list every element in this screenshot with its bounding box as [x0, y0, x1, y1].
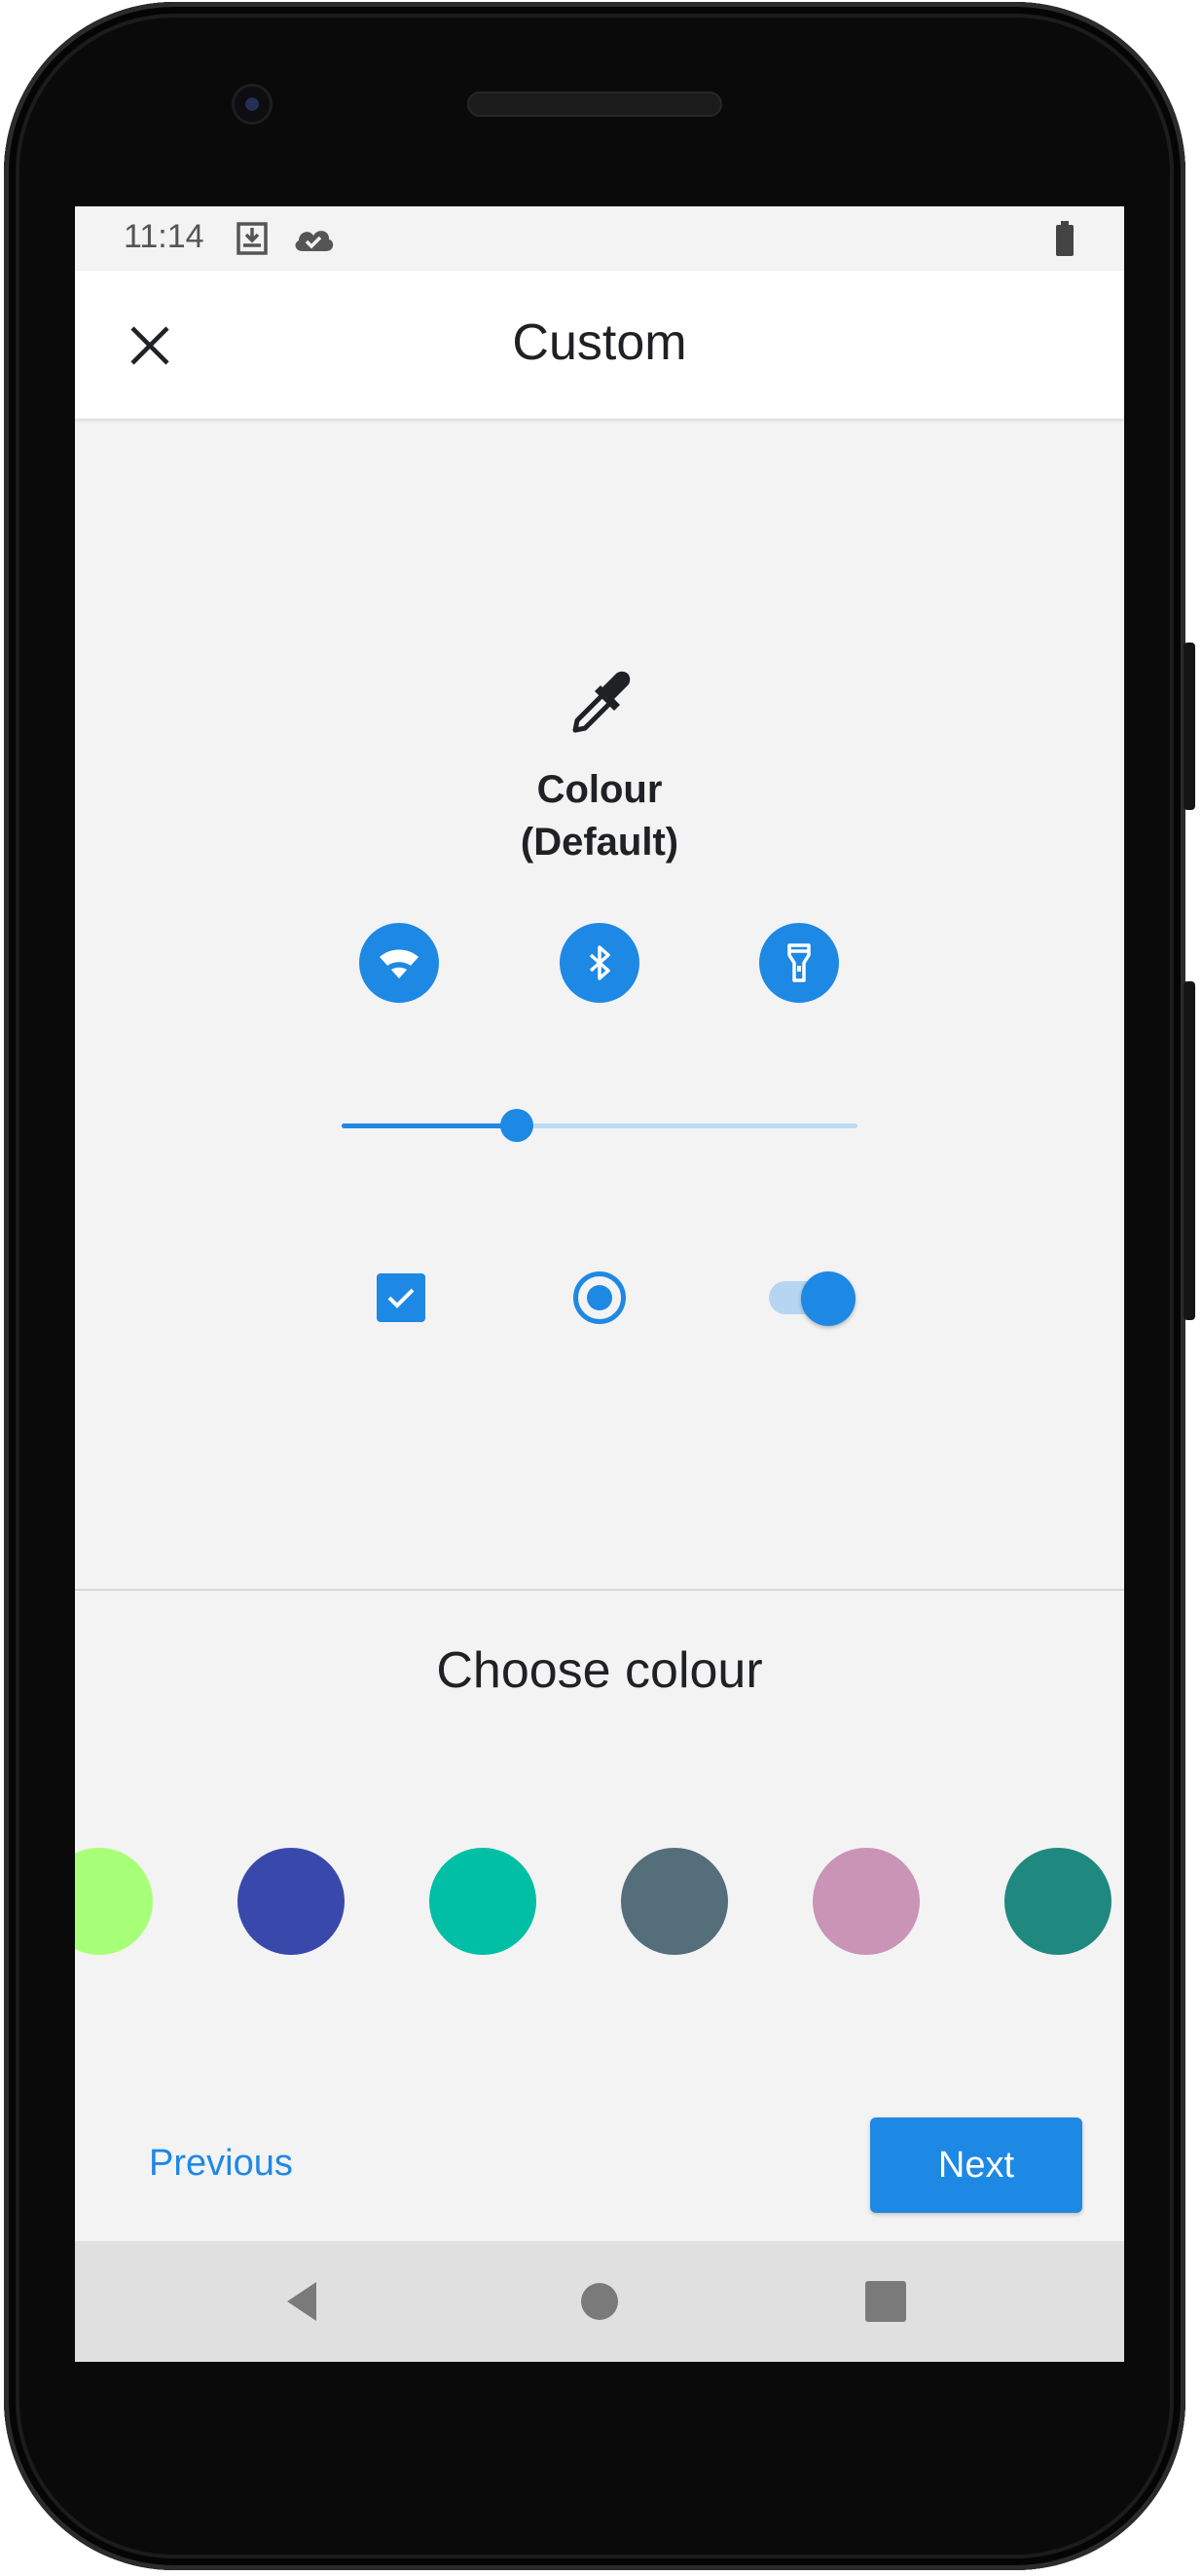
preview-radio[interactable]	[573, 1271, 626, 1324]
front-camera	[232, 84, 273, 125]
status-time: 11:14	[124, 218, 204, 255]
volume-rocker	[1184, 981, 1195, 1320]
bluetooth-button[interactable]	[560, 923, 639, 1003]
slider-thumb[interactable]	[500, 1109, 534, 1142]
app-bar: Custom	[75, 271, 1124, 419]
colour-swatch[interactable]	[429, 1848, 536, 1955]
style-label-text: Colour (Default)	[520, 768, 679, 864]
colour-swatch[interactable]	[75, 1848, 153, 1955]
previous-button[interactable]: Previous	[124, 2115, 318, 2212]
colour-swatch[interactable]	[1004, 1848, 1111, 1955]
earpiece-speaker	[467, 92, 722, 117]
next-button[interactable]: Next	[870, 2117, 1082, 2213]
screen: 11:14 Custom Colour (Default) Choose col…	[75, 206, 1124, 2362]
battery-icon	[1054, 220, 1075, 262]
power-button	[1184, 643, 1195, 810]
flashlight-icon	[787, 943, 811, 982]
eyedropper-icon	[564, 666, 637, 740]
wifi-icon	[380, 949, 419, 978]
home-icon	[581, 2283, 618, 2320]
divider	[75, 1589, 1124, 1591]
check-icon	[387, 1288, 415, 1308]
recents-button[interactable]	[858, 2274, 913, 2329]
wifi-button[interactable]	[359, 923, 439, 1003]
back-icon	[287, 2282, 316, 2321]
colour-swatch[interactable]	[813, 1848, 920, 1955]
flashlight-button[interactable]	[759, 923, 839, 1003]
slider-fill	[342, 1123, 518, 1128]
preview-checkbox[interactable]	[377, 1273, 425, 1322]
cloud-done-icon	[291, 220, 336, 262]
download-done-icon	[235, 220, 270, 262]
home-button[interactable]	[572, 2274, 627, 2329]
navigation-bar	[75, 2241, 1124, 2362]
radio-dot	[587, 1285, 612, 1310]
back-button[interactable]	[277, 2274, 332, 2329]
colour-swatch[interactable]	[237, 1848, 345, 1955]
page-title: Custom	[512, 314, 687, 371]
status-bar: 11:14	[75, 206, 1124, 271]
switch-thumb[interactable]	[801, 1271, 856, 1326]
bluetooth-icon	[589, 945, 610, 980]
colour-swatch[interactable]	[621, 1848, 728, 1955]
choose-colour-title: Choose colour	[436, 1642, 763, 1699]
recents-icon	[865, 2281, 906, 2322]
style-label: Colour (Default)	[405, 763, 794, 868]
preview-slider[interactable]	[342, 1109, 857, 1142]
